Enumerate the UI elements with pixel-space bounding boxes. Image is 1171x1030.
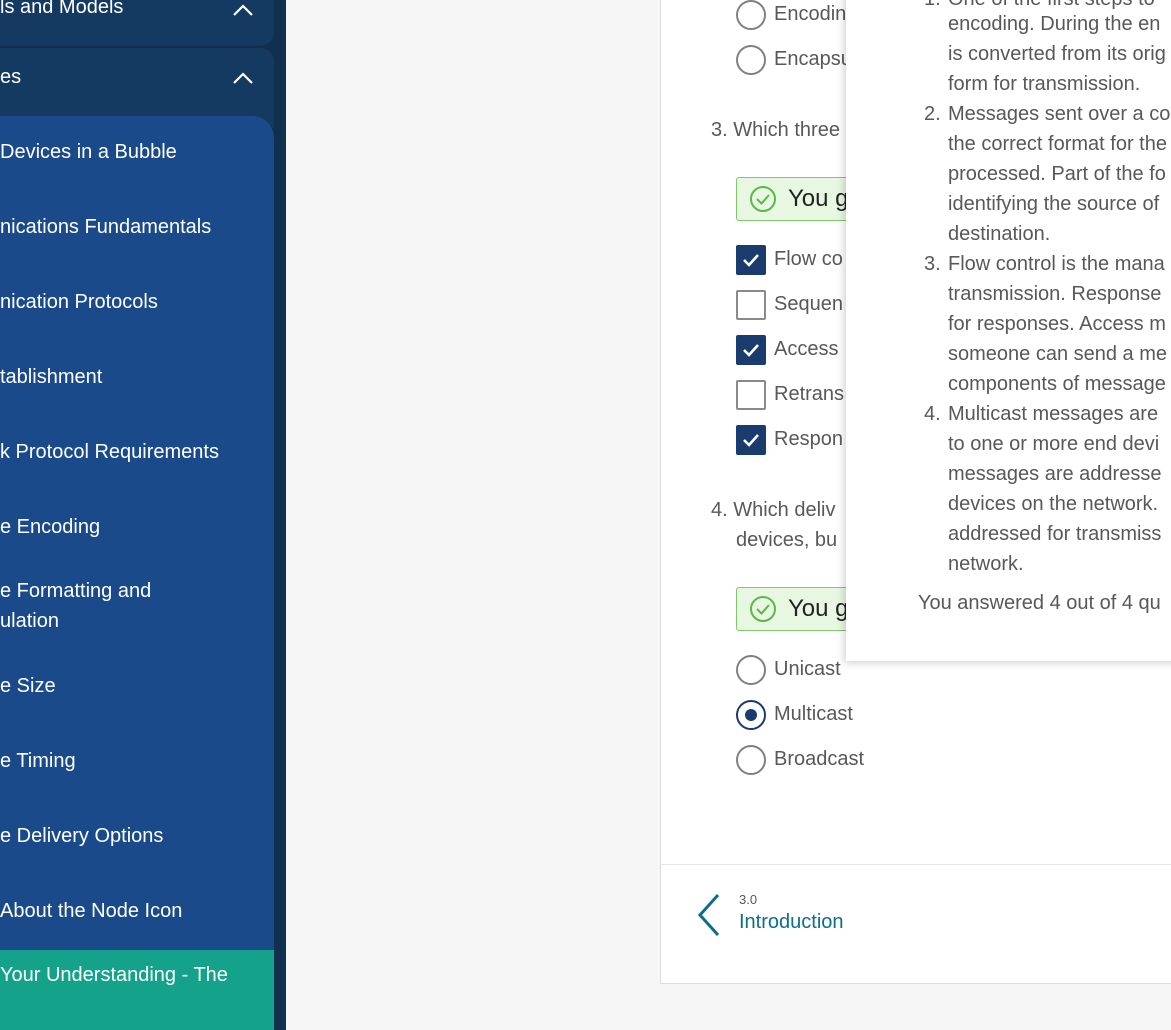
sidebar-topic-label: e Delivery Options <box>0 825 164 847</box>
explanation-line: to one or more end devi <box>948 433 1160 455</box>
explanation-line: identifying the source of <box>948 193 1160 215</box>
question-4-prompt-cont: devices, bu <box>736 529 838 551</box>
explanation-number: 4. <box>924 403 941 425</box>
explanation-line: components of message <box>948 373 1166 395</box>
sidebar-topic-label: ulation <box>0 610 59 632</box>
explanation-line: addressed for transmiss <box>948 523 1162 545</box>
previous-topic-number: 3.0 <box>739 892 758 907</box>
checkbox-checked[interactable] <box>736 425 766 455</box>
explanation-line: someone can send a me <box>948 343 1168 365</box>
answer-explanation-popup: 1. One of the first steps to encoding. D… <box>846 0 1171 661</box>
previous-topic-link[interactable]: 3.0 Introduction <box>690 890 890 940</box>
checkbox-checked[interactable] <box>736 335 766 365</box>
sidebar-topic-list: Devices in a Bubble nications Fundamenta… <box>0 116 274 1030</box>
question-3-prompt: 3. Which three <box>711 119 840 141</box>
option-label: Encodin <box>774 3 847 25</box>
sidebar-topic[interactable]: nication Protocols <box>0 287 274 317</box>
radio-button[interactable] <box>736 655 766 685</box>
sidebar-topic-label: Devices in a Bubble <box>0 141 177 163</box>
sidebar-topic-label: tablishment <box>0 366 103 388</box>
sidebar-topic-label: nications Fundamentals <box>0 216 212 238</box>
check-circle-icon <box>750 596 776 622</box>
option-label: Sequen <box>774 293 843 315</box>
chevron-up-icon[interactable] <box>232 71 254 85</box>
check-icon <box>743 254 759 267</box>
sidebar-topic[interactable]: Devices in a Bubble <box>0 137 274 167</box>
explanation-line: is converted from its orig <box>948 43 1166 65</box>
sidebar-topic-label: k Protocol Requirements <box>0 441 219 463</box>
divider <box>661 864 1171 865</box>
previous-topic-title: Introduction <box>739 911 844 933</box>
sidebar-topic[interactable]: e Delivery Options <box>0 821 274 851</box>
radio-button[interactable] <box>736 745 766 775</box>
sidebar-topic[interactable]: nications Fundamentals <box>0 212 274 242</box>
sidebar-topic-label: e Formatting and <box>0 580 152 602</box>
option-label: Retrans <box>774 383 845 405</box>
explanation-line: the correct format for the <box>948 133 1167 155</box>
sidebar: ls and Models es Devices in a Bubble nic… <box>0 0 286 1030</box>
score-summary: You answered 4 out of 4 qu <box>918 592 1161 614</box>
question-4-prompt: 4. Which deliv <box>711 499 836 521</box>
sidebar-topic-label: nication Protocols <box>0 291 158 313</box>
check-circle-icon <box>750 186 776 212</box>
sidebar-topic[interactable]: About the Node Icon <box>0 896 274 926</box>
feedback-text: You g <box>788 185 849 212</box>
sidebar-topic[interactable]: e Timing <box>0 746 274 776</box>
sidebar-topic-label: e Timing <box>0 750 76 772</box>
explanation-number: 3. <box>924 253 941 275</box>
checkbox[interactable] <box>736 380 766 410</box>
explanation-line: network. <box>948 553 1024 575</box>
checkbox[interactable] <box>736 290 766 320</box>
option-label: Encapsu <box>774 48 852 70</box>
explanation-line: destination. <box>948 223 1051 245</box>
sidebar-topic[interactable]: k Protocol Requirements <box>0 437 274 467</box>
sidebar-section-label: es <box>0 66 22 88</box>
explanation-number: 1. <box>924 0 941 14</box>
sidebar-topic-active[interactable]: Your Understanding - The <box>0 950 274 1030</box>
checkbox-checked[interactable] <box>736 245 766 275</box>
option-label: Access <box>774 338 839 360</box>
radio-button[interactable] <box>736 45 766 75</box>
explanation-line: Flow control is the mana <box>948 253 1165 275</box>
sidebar-topic-label: Your Understanding - The <box>0 964 228 986</box>
option-label: Unicast <box>774 658 841 680</box>
feedback-correct: You g <box>736 587 856 631</box>
option-label: Respon <box>774 428 843 450</box>
feedback-text: You g <box>788 595 849 622</box>
explanation-line: Messages sent over a co <box>948 103 1171 125</box>
sidebar-topic-label: e Encoding <box>0 516 101 538</box>
check-icon <box>743 344 759 357</box>
explanation-line: Multicast messages are <box>948 403 1159 425</box>
sidebar-topic[interactable]: tablishment <box>0 362 274 392</box>
option-label: Flow co <box>774 248 843 270</box>
sidebar-topic[interactable]: e Encoding <box>0 512 274 542</box>
radio-button-selected[interactable] <box>736 700 766 730</box>
radio-button[interactable] <box>736 0 766 30</box>
feedback-correct: You g <box>736 177 856 221</box>
sidebar-topic[interactable]: e Formatting and ulation <box>0 576 274 636</box>
sidebar-topic-label: About the Node Icon <box>0 900 183 922</box>
explanation-line: messages are addresse <box>948 463 1162 485</box>
sidebar-section-models[interactable]: ls and Models <box>0 0 274 46</box>
chevron-left-icon <box>697 893 720 937</box>
chevron-up-icon[interactable] <box>232 3 254 17</box>
explanation-line: for responses. Access m <box>948 313 1166 335</box>
explanation-line: form for transmission. <box>948 73 1141 95</box>
explanation-line: devices on the network. <box>948 493 1159 515</box>
explanation-number: 2. <box>924 103 941 125</box>
explanation-line: processed. Part of the fo <box>948 163 1166 185</box>
check-icon <box>743 434 759 447</box>
option-label: Broadcast <box>774 748 865 770</box>
sidebar-topic-label: e Size <box>0 675 56 697</box>
explanation-line: transmission. Response <box>948 283 1162 305</box>
sidebar-section-label: ls and Models <box>0 0 124 18</box>
explanation-line: encoding. During the en <box>948 13 1161 35</box>
option-label: Multicast <box>774 703 853 725</box>
sidebar-topic[interactable]: e Size <box>0 671 274 701</box>
